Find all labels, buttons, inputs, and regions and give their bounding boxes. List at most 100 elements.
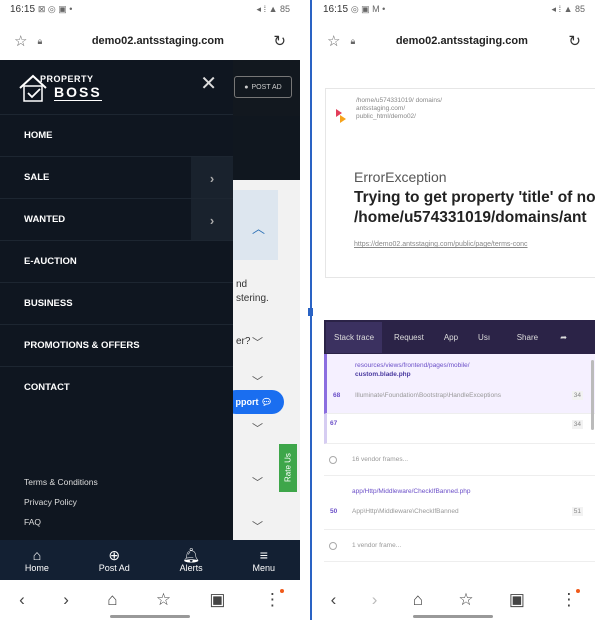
menu-item-promotions[interactable]: PROMOTIONS & OFFERS [0,324,233,366]
url-text[interactable]: demo02.antsstaging.com [355,35,568,47]
error-message-line-1: Trying to get property 'title' of nor [354,189,595,206]
gesture-bar [413,615,493,618]
chevron-down-icon[interactable]: ﹀ [252,373,263,389]
post-ad-button[interactable]: ● POST AD [234,76,292,98]
frame-number: 68 [333,392,341,399]
chevron-right-icon[interactable]: › [191,199,233,241]
stack-frame[interactable]: resources/views/frontend/pages/mobile/ c… [324,354,595,414]
stack-frame[interactable]: 67 34 [324,414,595,444]
forward-icon[interactable]: › [372,590,378,610]
menu-item-e-auction[interactable]: E-AUCTION [0,240,233,282]
menu-item-label: WANTED [24,214,66,225]
forward-icon[interactable]: › [63,590,69,610]
status-right-icons: ◂ ⁞ ▲ 85 [256,4,290,14]
share-label: Share [516,332,539,342]
post-ad-dot-icon: ● [244,83,249,91]
bookmark-star-icon[interactable]: ☆ [14,32,27,50]
frame-file-name: custom.blade.php [355,371,411,378]
tab-stack-trace[interactable]: Stack trace [326,321,383,353]
reload-icon[interactable]: ↻ [273,32,286,50]
chevron-down-icon[interactable]: ﹀ [252,474,263,490]
faq-link[interactable]: FAQ [24,512,98,532]
chevron-down-icon[interactable]: ﹀ [252,420,263,436]
more-menu-icon[interactable]: ⋮ [560,589,581,610]
status-time: 16:15 [10,4,36,15]
menu-item-label: E-AUCTION [24,256,77,267]
chevron-up-icon[interactable]: ︿ [252,218,265,237]
rate-us-tab[interactable]: Rate Us [279,444,297,492]
menu-item-label: BUSINESS [24,298,73,309]
home-icon[interactable]: ⌂ [107,590,117,610]
frame-line: 51 [571,507,583,516]
status-time: 16:15 [323,4,349,15]
browser-bottom-nav: ‹ › ⌂ ☆ ▣ ⋮ [313,580,595,620]
more-menu-icon[interactable]: ⋮ [264,589,284,610]
appbar-alerts[interactable]: 🔔︎ Alerts [180,546,203,573]
error-url-link[interactable]: https://demo02.antsstaging.com/public/pa… [354,241,528,248]
tab-app[interactable]: App [444,333,458,342]
stack-trace-list: resources/views/frontend/pages/mobile/ c… [324,354,595,580]
scrollbar[interactable] [591,360,594,430]
tabs-icon[interactable]: ▣ [509,590,525,610]
expand-circle-icon[interactable] [329,456,337,464]
chevron-down-icon[interactable]: ﹀ [252,518,263,534]
url-text[interactable]: demo02.antsstaging.com [42,35,273,47]
drawer-footer-links: Terms & Conditions Privacy Policy FAQ [24,472,98,532]
stack-frame[interactable]: app/Http/Middleware/CheckIfBanned.php 50… [324,476,595,530]
debug-tabs: Stack trace Request App Usı Share ➦ [324,320,595,354]
left-phone-screen: 16:15 ⊠ ◎ ▣ • ◂ ⁞ ▲ 85 ☆ 🔒︎ demo02.antss… [0,0,300,620]
bookmark-star-icon[interactable]: ☆ [327,32,340,50]
bell-icon: 🔔︎ [182,546,201,563]
expand-circle-icon[interactable] [329,542,337,550]
status-bar: 16:15 ⊠ ◎ ▣ • ◂ ⁞ ▲ 85 [0,0,300,22]
menu-item-sale[interactable]: SALE › [0,156,233,199]
chevron-down-icon[interactable]: ﹀ [252,334,263,350]
privacy-link[interactable]: Privacy Policy [24,492,98,512]
menu-item-label: SALE [24,172,50,183]
menu-item-home[interactable]: HOME [0,114,233,156]
terms-link[interactable]: Terms & Conditions [24,472,98,492]
frame-file: app/Http/Middleware/CheckIfBanned.php [352,488,471,495]
error-file-path: /home/u574331019/ domains/ antsstaging.c… [356,97,443,120]
browser-url-bar[interactable]: ☆ 🔒︎ demo02.antsstaging.com ↻ [0,22,300,60]
frame-file: resources/views/frontend/pages/mobile/ [355,362,470,369]
home-icon: ⌂ [32,546,42,563]
back-icon[interactable]: ‹ [19,590,25,610]
menu-item-label: CONTACT [24,382,70,393]
appbar-post-ad[interactable]: ⊕ Post Ad [99,547,130,573]
back-icon[interactable]: ‹ [331,590,337,610]
tabs-icon[interactable]: ▣ [209,590,225,610]
chevron-right-icon[interactable]: › [191,157,233,199]
share-arrow-icon: ➦ [560,332,567,342]
peek-text-3: er? [236,336,251,347]
navigation-drawer: PROPERTY BOSS ✕ HOME SALE › WANTED › E-AUC… [0,60,233,540]
error-card: /home/u574331019/ domains/ antsstaging.c… [325,88,595,278]
share-button[interactable]: Share ➦ [517,333,587,342]
reload-icon[interactable]: ↻ [568,32,581,50]
tab-user[interactable]: Usı [478,333,490,342]
close-icon[interactable]: ✕ [200,74,217,94]
menu-item-business[interactable]: BUSINESS [0,282,233,324]
menu-item-wanted[interactable]: WANTED › [0,198,233,241]
appbar-menu[interactable]: ≡ Menu [252,546,276,573]
appbar-home[interactable]: ⌂ Home [25,546,49,573]
menu-item-label: HOME [24,130,53,141]
exception-class: ErrorException [354,169,447,185]
frame-class: Illuminate\Foundation\Bootstrap\HandleEx… [355,392,501,399]
vendor-frames-row[interactable]: 1 vendor frame... [324,530,595,562]
frame-class: App\Http\Middleware\CheckIfBanned [352,508,459,515]
error-message: Trying to get property 'title' of nor /h… [354,188,595,228]
chat-bubble-icon: 💬︎ [261,396,273,407]
vendor-frames-row[interactable]: 16 vendor frames... [324,444,595,476]
bookmarks-icon[interactable]: ☆ [458,590,473,610]
hamburger-icon: ≡ [259,546,268,563]
home-icon[interactable]: ⌂ [413,590,423,610]
bookmarks-icon[interactable]: ☆ [156,590,171,610]
support-chat-button[interactable]: pport 💬︎ [224,390,284,414]
tab-request[interactable]: Request [394,333,424,342]
menu-item-contact[interactable]: CONTACT [0,366,233,408]
browser-url-bar[interactable]: ☆ 🔒︎ demo02.antsstaging.com ↻ [313,22,595,60]
support-label: pport [235,397,259,407]
right-phone-screen: 16:15 ◎ ▣ M • ◂ ⁞ ▲ 85 ☆ 🔒︎ demo02.antss… [313,0,595,620]
appbar-label: Menu [252,562,276,573]
